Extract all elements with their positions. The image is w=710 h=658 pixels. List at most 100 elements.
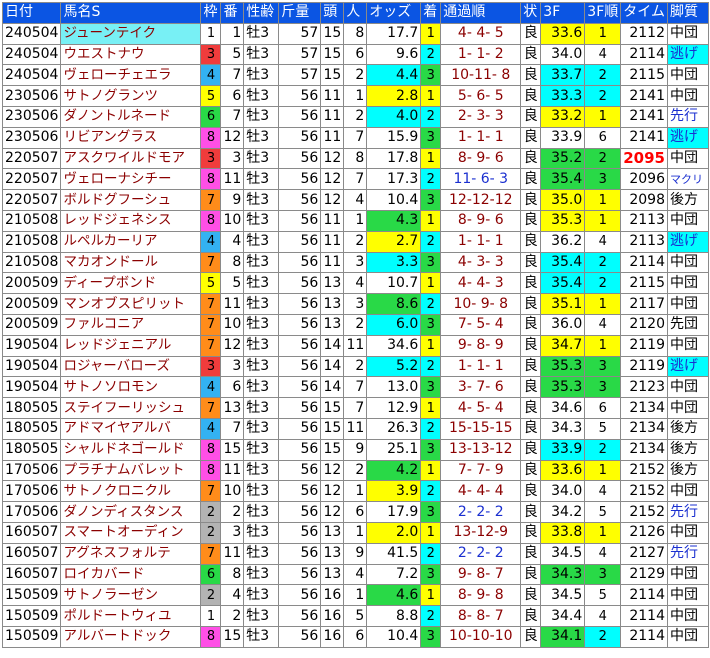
- cell-waku: 1: [200, 22, 222, 45]
- cell-style: 中団: [667, 293, 709, 315]
- horse-name-link[interactable]: スマートオーディン: [60, 521, 202, 544]
- horse-name-link[interactable]: アグネスフォルテ: [60, 542, 202, 565]
- cell-baba: 良: [520, 22, 542, 45]
- horse-name-link[interactable]: サトノソロモン: [60, 376, 202, 399]
- cell-odds: 2.7: [366, 230, 422, 253]
- cell-chaku: 2: [420, 355, 442, 378]
- cell-date: 240504: [1, 22, 62, 45]
- cell-baba: 良: [520, 542, 542, 565]
- cell-jin: 4: [343, 272, 368, 295]
- cell-date: 220507: [1, 168, 62, 191]
- column-header-waku: 枠: [200, 2, 222, 24]
- cell-pass: 1- 1- 1: [440, 126, 522, 149]
- column-header-style: 脚質: [667, 2, 709, 24]
- cell-chaku: 3: [420, 376, 442, 399]
- cell-f3r: 4: [584, 43, 622, 66]
- horse-name-link[interactable]: ステイフーリッシュ: [60, 397, 202, 419]
- cell-kin: 56: [278, 272, 322, 295]
- cell-kin: 56: [278, 209, 322, 232]
- horse-name-link[interactable]: ファルコニア: [60, 313, 202, 336]
- cell-f3: 36.0: [540, 313, 586, 336]
- horse-name-link[interactable]: ダノントルネード: [60, 105, 202, 128]
- horse-name-link[interactable]: シャルドネゴールド: [60, 438, 202, 461]
- horse-name-link[interactable]: ロイカバード: [60, 563, 202, 586]
- horse-name-link[interactable]: アルバートドック: [60, 625, 202, 648]
- horse-name-link[interactable]: ヴェローナシチー: [60, 168, 202, 191]
- horse-name-link[interactable]: ディープボンド: [60, 272, 202, 295]
- cell-odds: 8.8: [366, 605, 422, 627]
- horse-name-link[interactable]: ポルドートウィユ: [60, 605, 202, 627]
- cell-time: 2112: [620, 22, 668, 45]
- cell-baba: 良: [520, 355, 542, 378]
- cell-time: 2115: [620, 64, 668, 87]
- cell-jin: 2: [343, 459, 368, 482]
- cell-odds: 25.1: [366, 438, 422, 461]
- horse-name-link[interactable]: ロジャーバローズ: [60, 355, 202, 378]
- cell-style: 中団: [667, 85, 709, 107]
- cell-waku: 1: [200, 605, 222, 627]
- table-row: 170506 ダノンディスタンス 2 2 牡3 56 12 6 17.9 3 2- 2- 2 良 34.…: [1, 501, 709, 523]
- cell-date: 150509: [1, 605, 62, 627]
- cell-baba: 良: [520, 251, 542, 274]
- horse-name-link[interactable]: レッドジェニアル: [60, 334, 202, 357]
- table-row: 240504 ウエストナウ 3 5 牡3 57 15 6 9.6 2 1- 1- 2 良 34.0 4 21…: [1, 43, 709, 66]
- cell-f3: 33.9: [540, 438, 586, 461]
- cell-style: 逃げ: [667, 126, 709, 149]
- cell-style: 中団: [667, 521, 709, 544]
- cell-date: 170506: [1, 480, 62, 503]
- cell-chaku: 3: [420, 189, 442, 211]
- cell-kin: 56: [278, 376, 322, 399]
- cell-date: 210508: [1, 230, 62, 253]
- cell-baba: 良: [520, 459, 542, 482]
- horse-name-link[interactable]: ボルドグフーシュ: [60, 189, 202, 211]
- cell-baba: 良: [520, 480, 542, 503]
- cell-pass: 5- 6- 5: [440, 85, 522, 107]
- column-header-pass: 通過順: [440, 2, 522, 24]
- horse-name-link[interactable]: マカオンドール: [60, 251, 202, 274]
- horse-name-link[interactable]: サトノグランツ: [60, 85, 202, 107]
- table-row: 210508 マカオンドール 7 8 牡3 56 11 3 3.3 3 4- 3- 3 良 35.4 2 2…: [1, 251, 709, 274]
- horse-name-link[interactable]: アスクワイルドモア: [60, 147, 202, 170]
- table-row: 220507 アスクワイルドモア 3 3 牡3 56 12 8 17.8 1 8- 9- 6 良 35.…: [1, 147, 709, 170]
- cell-chaku: 2: [420, 417, 442, 440]
- cell-sex: 牡3: [243, 584, 280, 607]
- table-row: 230506 リビアングラス 8 12 牡3 56 11 7 15.9 3 1- 1- 1 良 33.9…: [1, 126, 709, 149]
- horse-name-link[interactable]: リビアングラス: [60, 126, 202, 149]
- cell-waku: 3: [200, 43, 222, 66]
- cell-time: 2119: [620, 355, 668, 378]
- cell-f3r: 1: [584, 209, 622, 232]
- cell-baba: 良: [520, 230, 542, 253]
- cell-pass: 1- 1- 1: [440, 230, 522, 253]
- horse-name-link[interactable]: ダノンディスタンス: [60, 501, 202, 523]
- cell-waku: 4: [200, 417, 222, 440]
- cell-sex: 牡3: [243, 521, 280, 544]
- cell-f3: 35.4: [540, 168, 586, 191]
- cell-sex: 牡3: [243, 397, 280, 419]
- horse-name-link[interactable]: プラチナムバレット: [60, 459, 202, 482]
- cell-sex: 牡3: [243, 209, 280, 232]
- cell-sex: 牡3: [243, 376, 280, 399]
- cell-jin: 5: [343, 605, 368, 627]
- cell-time: 2114: [620, 251, 668, 274]
- column-header-kin: 斤量: [278, 2, 322, 24]
- column-header-tou: 頭: [320, 2, 345, 24]
- horse-name-link[interactable]: サトノクロニクル: [60, 480, 202, 503]
- cell-odds: 4.4: [366, 64, 422, 87]
- horse-name-link[interactable]: マンオブスピリット: [60, 293, 202, 315]
- horse-name-link[interactable]: ルペルカーリア: [60, 230, 202, 253]
- horse-name-link[interactable]: サトノラーゼン: [60, 584, 202, 607]
- cell-baba: 良: [520, 105, 542, 128]
- horse-name-link[interactable]: ウエストナウ: [60, 43, 202, 66]
- cell-f3r: 3: [584, 376, 622, 399]
- cell-f3r: 2: [584, 85, 622, 107]
- cell-time: 2134: [620, 438, 668, 461]
- cell-kin: 56: [278, 85, 322, 107]
- horse-name-link[interactable]: ヴェローチェエラ: [60, 64, 202, 87]
- horse-name-link[interactable]: アドマイヤアルバ: [60, 417, 202, 440]
- horse-name-link[interactable]: ジューンテイク: [60, 22, 202, 45]
- horse-name-link[interactable]: レッドジェネシス: [60, 209, 202, 232]
- cell-baba: 良: [520, 272, 542, 295]
- cell-waku: 2: [200, 584, 222, 607]
- cell-tou: 13: [320, 313, 345, 336]
- cell-style: 後方: [667, 417, 709, 440]
